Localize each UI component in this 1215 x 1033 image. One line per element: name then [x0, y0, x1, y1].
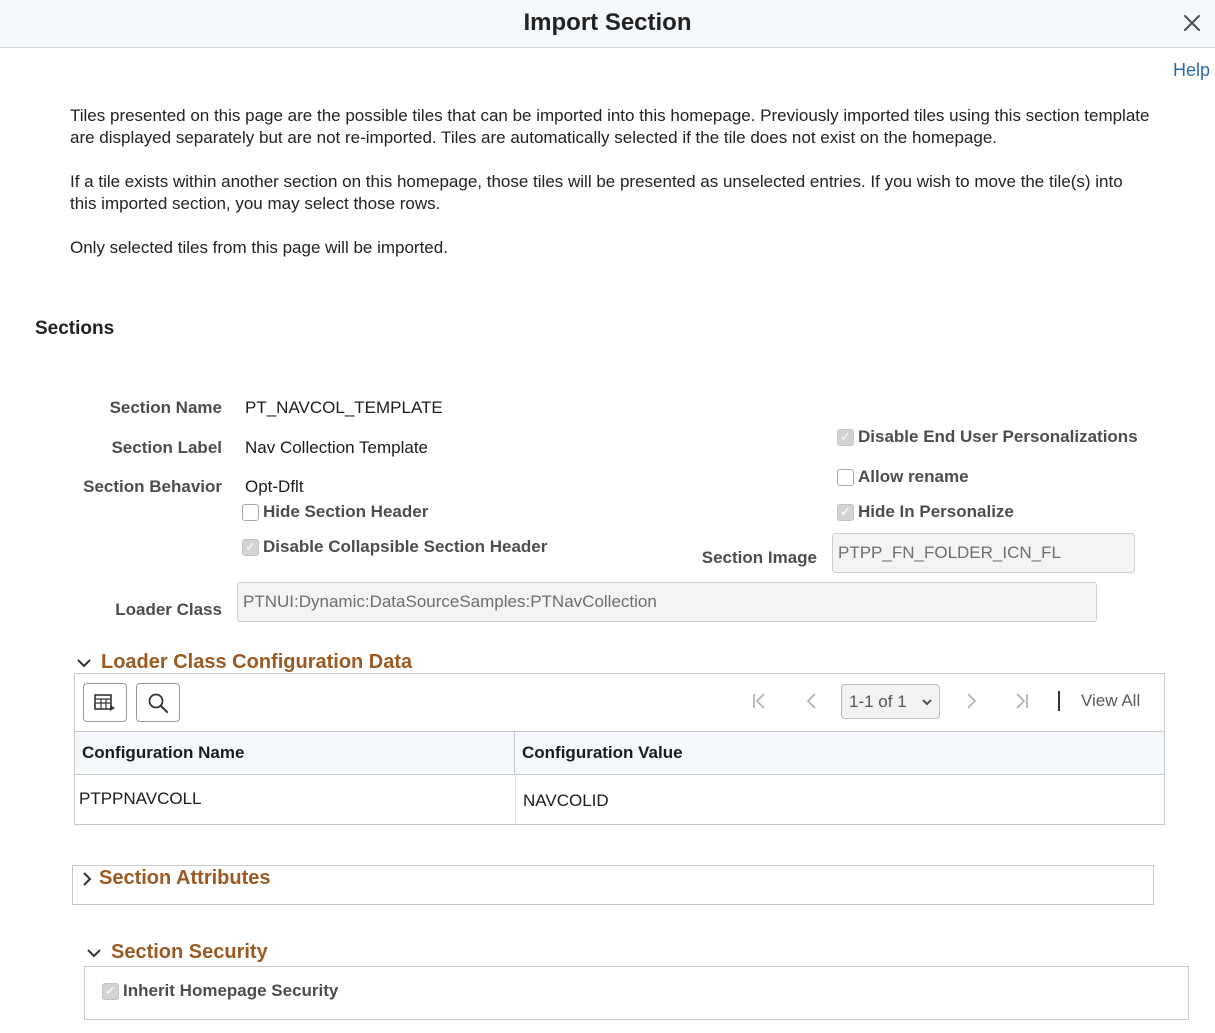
- grid-settings-icon: [94, 693, 115, 711]
- inherit-homepage-security-checkbox: ✓ Inherit Homepage Security: [102, 981, 338, 1001]
- checkbox-box: ✓: [837, 428, 854, 446]
- inherit-homepage-security-label: Inherit Homepage Security: [123, 981, 339, 1000]
- disable-personalizations-label: Disable End User Personalizations: [858, 427, 1138, 446]
- chevron-right-icon: [967, 693, 977, 709]
- hide-section-header-label: Hide Section Header: [263, 502, 429, 521]
- instructions-paragraph-2: If a tile exists within another section …: [70, 172, 1123, 213]
- allow-rename-checkbox[interactable]: Allow rename: [837, 467, 969, 487]
- page-range-select[interactable]: 1-1 of 1: [841, 684, 940, 719]
- checkmark-icon: ✓: [840, 504, 851, 520]
- checkmark-icon: ✓: [245, 539, 256, 555]
- chevron-down-icon: [77, 658, 91, 667]
- close-icon[interactable]: [1179, 10, 1205, 36]
- disable-personalizations-checkbox: ✓ Disable End User Personalizations: [837, 427, 1138, 447]
- pager-divider: [1058, 691, 1060, 711]
- hide-in-personalize-checkbox: ✓ Hide In Personalize: [837, 502, 1014, 522]
- checkbox-box[interactable]: [242, 503, 259, 521]
- checkbox-box: ✓: [837, 503, 854, 521]
- last-page-button[interactable]: [1010, 689, 1034, 713]
- checkbox-box[interactable]: [837, 468, 854, 486]
- window-title: Import Section: [523, 9, 692, 36]
- first-page-button[interactable]: [747, 689, 771, 713]
- search-icon: [148, 693, 168, 713]
- section-behavior-value: Opt-Dflt: [245, 477, 304, 496]
- loader-class-field: PTNUI:Dynamic:DataSourceSamples:PTNavCol…: [237, 582, 1097, 622]
- section-image-field: PTPP_FN_FOLDER_ICN_FL: [832, 533, 1135, 573]
- section-label-label: Section Label: [111, 438, 222, 457]
- checkbox-box: ✓: [242, 538, 259, 556]
- disable-collapsible-label: Disable Collapsible Section Header: [263, 537, 548, 556]
- sections-heading: Sections: [35, 318, 115, 339]
- instructions: Tiles presented on this page are the pos…: [70, 105, 1150, 281]
- hide-in-personalize-label: Hide In Personalize: [858, 502, 1014, 521]
- allow-rename-label: Allow rename: [858, 467, 969, 486]
- disable-collapsible-checkbox: ✓ Disable Collapsible Section Header: [242, 537, 547, 557]
- personalize-grid-button[interactable]: [83, 683, 127, 722]
- find-button[interactable]: [136, 683, 180, 722]
- loader-class-label: Loader Class: [115, 600, 222, 619]
- section-label-value: Nav Collection Template: [245, 438, 428, 457]
- view-all-link[interactable]: View All: [1081, 691, 1140, 711]
- checkmark-icon: ✓: [105, 983, 116, 999]
- chevron-down-icon: [922, 699, 932, 706]
- page-range-value: 1-1 of 1: [849, 691, 907, 711]
- instructions-paragraph-1: Tiles presented on this page are the pos…: [70, 106, 1150, 147]
- section-attributes-toggle[interactable]: Section Attributes: [78, 867, 271, 890]
- chevron-down-icon: [87, 948, 101, 957]
- chevron-right-icon: [83, 871, 92, 886]
- section-image-label: Section Image: [701, 548, 817, 567]
- table-cell-configuration-value: NAVCOLID: [515, 776, 1164, 824]
- section-behavior-label: Section Behavior: [83, 477, 222, 496]
- hide-section-header-checkbox[interactable]: Hide Section Header: [242, 502, 428, 522]
- chevron-left-icon: [806, 693, 816, 709]
- section-name-label: Section Name: [109, 398, 222, 417]
- checkbox-box: ✓: [102, 982, 119, 1000]
- column-header-configuration-value: Configuration Value: [515, 731, 1164, 775]
- last-page-icon: [1016, 693, 1028, 709]
- section-security-toggle[interactable]: Section Security: [85, 941, 268, 964]
- help-link[interactable]: Help: [1173, 60, 1210, 81]
- next-page-button[interactable]: [959, 689, 983, 713]
- title-bar: Import Section: [0, 0, 1215, 48]
- loader-config-title: Loader Class Configuration Data: [101, 651, 413, 673]
- first-page-icon: [753, 693, 765, 709]
- section-attributes-title: Section Attributes: [99, 867, 271, 889]
- section-name-value: PT_NAVCOL_TEMPLATE: [245, 398, 443, 417]
- loader-config-toggle[interactable]: Loader Class Configuration Data: [75, 651, 412, 674]
- section-security-title: Section Security: [111, 941, 268, 963]
- table-cell-configuration-name: PTPPNAVCOLL: [79, 789, 202, 808]
- column-header-configuration-name: Configuration Name: [75, 731, 515, 775]
- instructions-paragraph-3: Only selected tiles from this page will …: [70, 238, 448, 257]
- checkmark-icon: ✓: [840, 429, 851, 445]
- previous-page-button[interactable]: [800, 689, 824, 713]
